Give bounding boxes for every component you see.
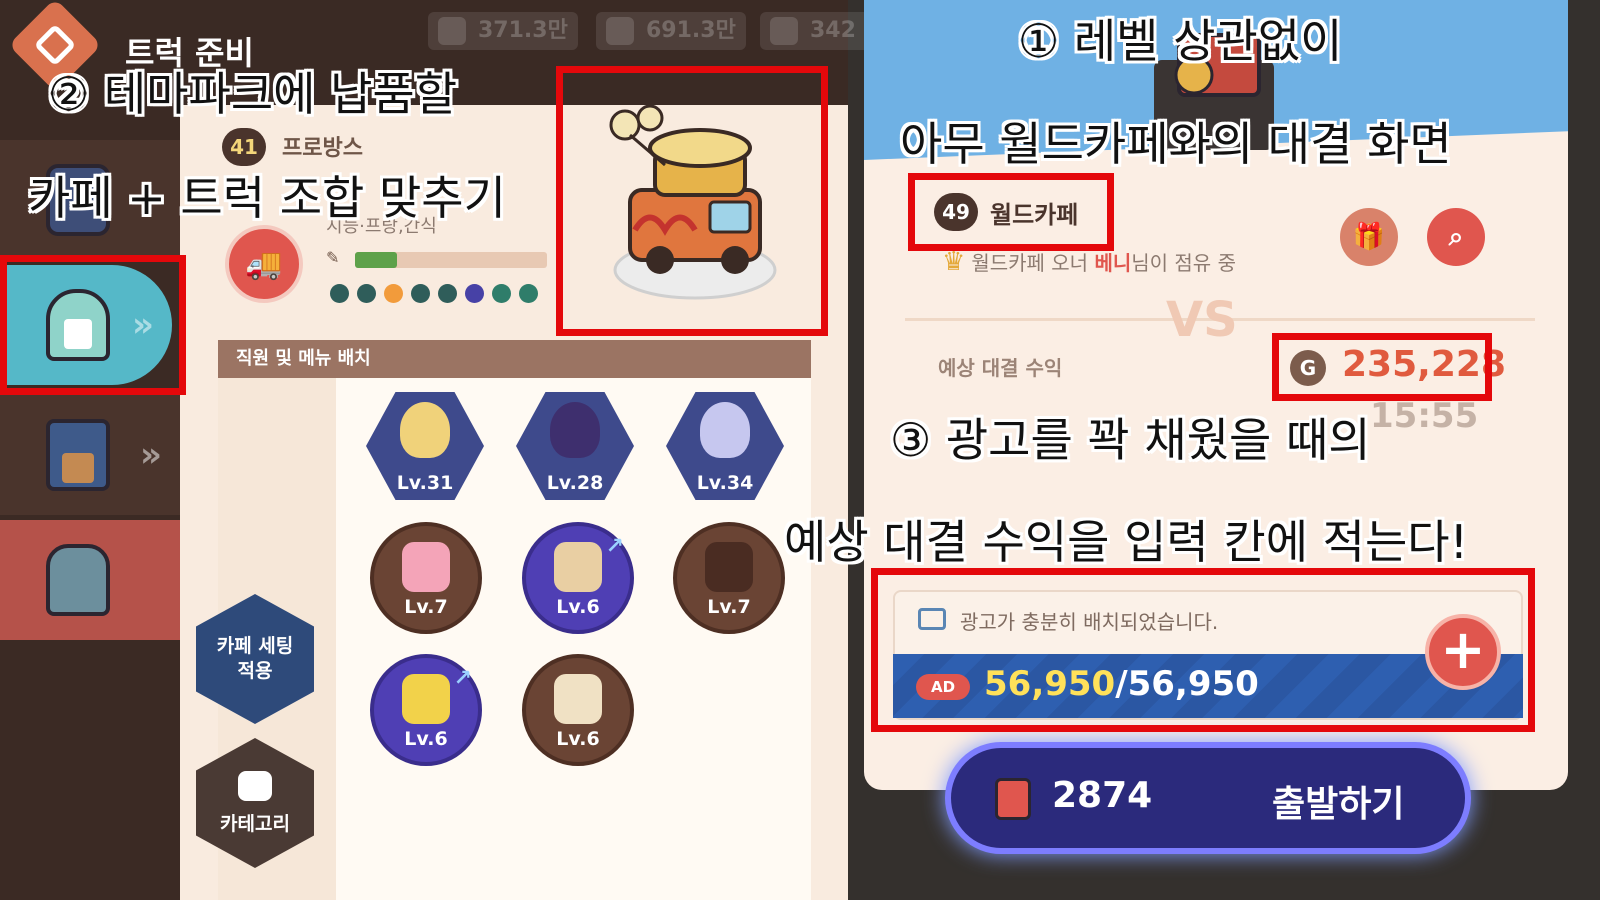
menu-level: Lv.7 [404,596,448,618]
chevron-right-icon: » [140,435,162,475]
trait-dot [357,284,376,303]
annotation-step2-line1: ② 테마파크에 납품할 [48,67,458,121]
trait-dot [492,284,511,303]
menu-coffee-image [554,542,602,592]
search-icon: ⌕ [1448,221,1464,252]
menu-slot-2[interactable]: ↗ Lv.6 [522,522,634,634]
fuel-icon [995,778,1031,820]
menu-slot-1[interactable]: Lv.7 [370,522,482,634]
house-icon [46,419,110,491]
menu-slot-4[interactable]: ↗ Lv.6 [370,654,482,766]
cafe-level-badge: 41 [222,128,266,166]
menu-drink-image [402,542,450,592]
highlight-earnings [1272,333,1492,401]
trait-dot [438,284,457,303]
truck-select-button[interactable]: 🚚 [225,225,303,303]
sidebar-item-gate[interactable] [0,520,180,640]
staff-portrait [400,402,450,458]
menu-level: Lv.6 [556,596,600,618]
cafe-progress-bar [355,252,547,268]
annotation-step3-line2: 예상 대결 수익을 입력 칸에 적는다! [784,515,1469,569]
apply-cafe-setting-label: 카페 세팅 적용 [216,635,294,682]
menu-level: Lv.6 [404,728,448,750]
category-label: 카테고리 [220,812,290,835]
staff-portrait [700,402,750,458]
highlight-sidebar [0,255,186,395]
owner-suffix: 님이 점유 중 [1131,251,1236,275]
wrench-icon: ✎ [326,248,340,267]
fuel-count: 2874 [1052,775,1153,816]
annotation-step1-line2: 아무 월드카페와의 대결 화면 [900,117,1452,171]
search-button[interactable]: ⌕ [1427,208,1485,266]
cafe-trait-dots [330,284,538,303]
upgrade-arrow-icon: ↗ [605,534,624,559]
highlight-ad-box [871,568,1535,732]
menu-level: Lv.7 [707,596,751,618]
menu-dessert-image [402,674,450,724]
annotation-step3-line1: ③ 광고를 꽉 채웠을 때의 [890,413,1371,467]
vs-label: VS [1166,292,1238,348]
gift-button[interactable]: 🎁 [1340,208,1398,266]
menu-level: Lv.6 [556,728,600,750]
owner-prefix: 월드카페 오너 [971,251,1089,275]
resource-gems: 691.3만 [596,12,746,50]
gift-icon: 🎁 [1352,222,1386,252]
highlight-world-cafe [908,173,1114,251]
annotation-step2-line2: 카페 + 트럭 조합 맞추기 [28,171,506,225]
highlight-truck [556,66,828,336]
cafe-name: 프로방스 [282,136,363,161]
resource-gold: 371.3만 [428,12,578,50]
trait-dot [384,284,403,303]
staff-portrait [550,402,600,458]
staff-menu-header: 직원 및 메뉴 배치 [218,340,811,378]
menu-slot-3[interactable]: Lv.7 [673,522,785,634]
coffee-cup-icon [238,770,272,801]
menu-eclair-image [554,674,602,724]
owner-name: 베니 [1094,251,1132,275]
battle-timer: 15:55 [1370,396,1479,436]
truck-icon: 🚚 [245,246,283,282]
annotation-step1-line1: ① 레벨 상관없이 [1018,14,1343,68]
gate-icon [46,544,110,616]
resource-other: 342 [760,12,870,50]
trait-dot [411,284,430,303]
sidebar-item-house[interactable]: » [0,395,180,515]
upgrade-arrow-icon: ↗ [453,666,472,691]
menu-slot-5[interactable]: Lv.6 [522,654,634,766]
expected-earnings-label: 예상 대결 수익 [938,356,1063,380]
owner-line: ♛ 월드카페 오너 베니님이 점유 중 [942,247,1236,277]
trait-dot [330,284,349,303]
trait-dot [519,284,538,303]
cafe-progress-fill [355,252,398,268]
trait-dot [465,284,484,303]
depart-label: 출발하기 [1272,784,1405,825]
menu-cake-image [705,542,753,592]
crown-icon: ♛ [942,247,966,277]
